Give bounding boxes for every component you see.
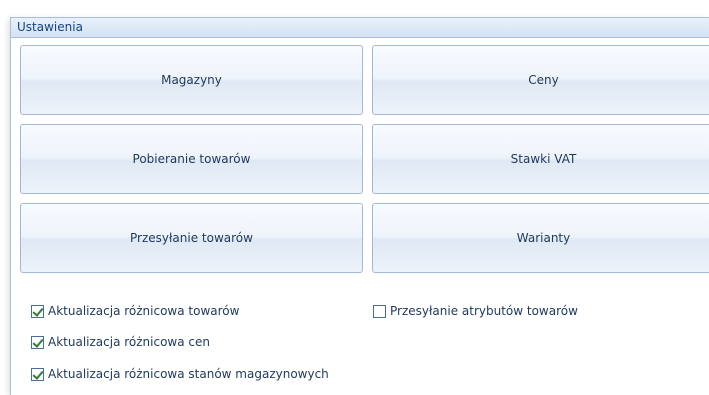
prices-button-label: Ceny — [528, 73, 559, 87]
diff-update-stock-label: Aktualizacja różnicowa stanów magazynowy… — [48, 367, 329, 381]
variants-button[interactable]: Warianty — [372, 203, 709, 273]
diff-update-products-checkbox[interactable] — [31, 304, 44, 318]
download-products-button[interactable]: Pobieranie towarów — [20, 124, 363, 194]
diff-update-prices-checkbox[interactable] — [31, 335, 44, 349]
vat-rates-button[interactable]: Stawki VAT — [372, 124, 709, 194]
diff-update-stock-checkbox[interactable] — [31, 367, 44, 381]
send-products-button[interactable]: Przesyłanie towarów — [20, 203, 363, 273]
send-product-attributes-label: Przesyłanie atrybutów towarów — [390, 304, 578, 318]
settings-panel: Ustawienia Magazyny Ceny Pobieranie towa… — [10, 17, 709, 395]
send-product-attributes-checkbox[interactable] — [373, 304, 386, 318]
prices-button[interactable]: Ceny — [372, 45, 709, 115]
option-diff-update-prices[interactable]: Aktualizacja różnicowa cen — [31, 335, 210, 349]
option-diff-update-products[interactable]: Aktualizacja różnicowa towarów — [31, 304, 239, 318]
option-diff-update-stock[interactable]: Aktualizacja różnicowa stanów magazynowy… — [31, 367, 329, 381]
option-send-product-attributes[interactable]: Przesyłanie atrybutów towarów — [373, 304, 578, 318]
diff-update-products-label: Aktualizacja różnicowa towarów — [48, 304, 240, 318]
warehouses-button-label: Magazyny — [161, 73, 222, 87]
vat-rates-button-label: Stawki VAT — [510, 152, 577, 166]
variants-button-label: Warianty — [516, 231, 571, 245]
panel-header: Ustawienia — [11, 18, 709, 38]
panel-title: Ustawienia — [17, 20, 83, 34]
warehouses-button[interactable]: Magazyny — [20, 45, 363, 115]
diff-update-prices-label: Aktualizacja różnicowa cen — [48, 335, 210, 349]
download-products-button-label: Pobieranie towarów — [132, 152, 251, 166]
send-products-button-label: Przesyłanie towarów — [130, 231, 253, 245]
